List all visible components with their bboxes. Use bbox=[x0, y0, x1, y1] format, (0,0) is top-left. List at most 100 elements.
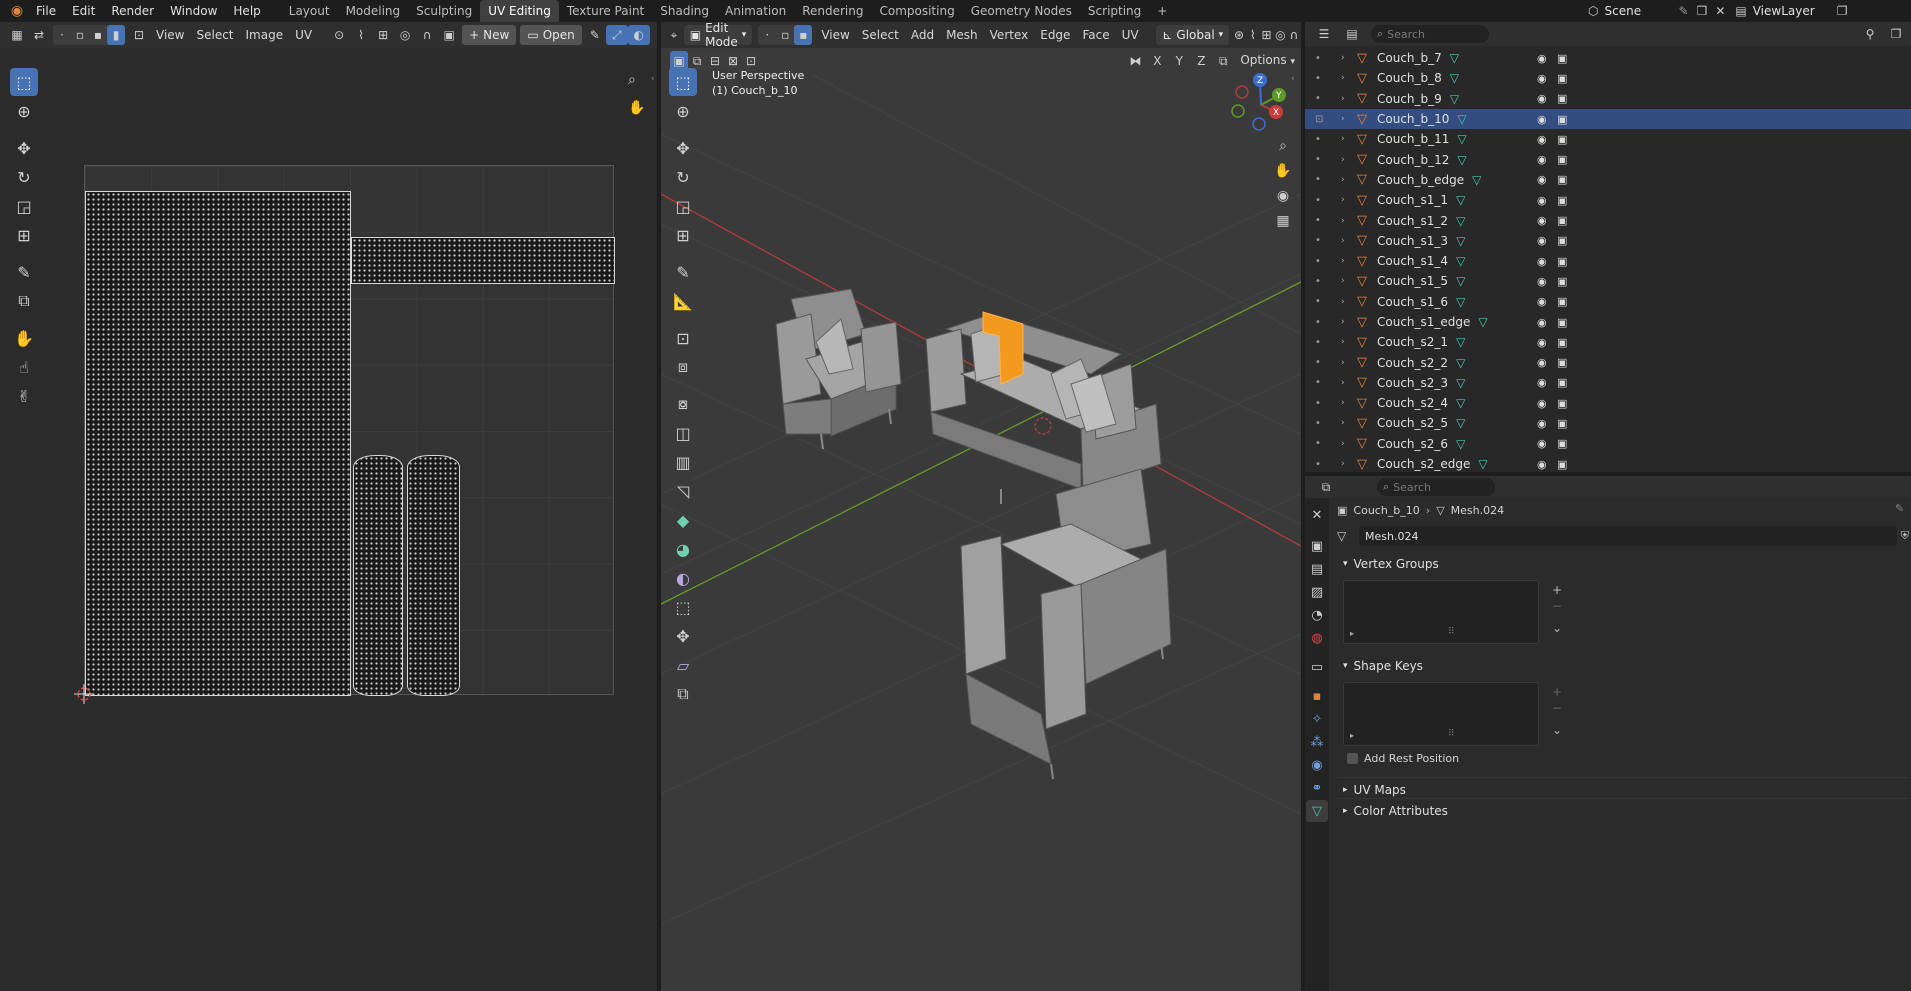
armchair-left[interactable] bbox=[775, 288, 902, 450]
outliner-item-name[interactable]: Couch_s2_6 bbox=[1377, 437, 1448, 451]
render-camera-icon[interactable]: ▣ bbox=[1557, 417, 1567, 430]
render-camera-icon[interactable]: ▣ bbox=[1557, 336, 1567, 349]
orientation-dropdown[interactable]: ⊾ Global ▾ bbox=[1156, 25, 1230, 45]
new-collection-icon[interactable]: ❐ bbox=[1885, 24, 1907, 44]
outliner-item-name[interactable]: Couch_b_11 bbox=[1377, 132, 1449, 146]
expand-arrow-icon[interactable]: › bbox=[1341, 276, 1353, 286]
output-tab-icon[interactable]: ▤ bbox=[1306, 558, 1328, 580]
axis-x-toggle[interactable]: X bbox=[1146, 51, 1168, 71]
breadcrumb-mesh[interactable]: Mesh.024 bbox=[1451, 504, 1504, 517]
expand-arrow-icon[interactable]: › bbox=[1341, 236, 1353, 246]
expand-arrow-icon[interactable]: › bbox=[1341, 337, 1353, 347]
visibility-eye-icon[interactable]: ◉ bbox=[1537, 133, 1547, 146]
remove-shape-key-icon[interactable]: − bbox=[1549, 700, 1565, 716]
filter-icon[interactable]: ⚲ bbox=[1859, 24, 1881, 44]
render-camera-icon[interactable]: ▣ bbox=[1557, 437, 1567, 450]
shape-keys-header[interactable]: ▾ Shape Keys bbox=[1337, 654, 1909, 678]
mesh-data-icon[interactable]: ▽ bbox=[1456, 356, 1465, 370]
snap-target-icon[interactable]: ⊞ bbox=[372, 25, 394, 45]
add-shape-key-icon[interactable]: + bbox=[1549, 684, 1565, 700]
select-box-icon[interactable]: ⬚ bbox=[10, 68, 38, 96]
shrink-fatten-icon[interactable]: ✥ bbox=[669, 622, 697, 650]
outliner-item-name[interactable]: Couch_s1_edge bbox=[1377, 315, 1470, 329]
view-layer-tab-icon[interactable]: ▨ bbox=[1306, 581, 1328, 603]
visibility-eye-icon[interactable]: ◉ bbox=[1537, 153, 1547, 166]
color-attributes-header[interactable]: ▸ Color Attributes bbox=[1337, 799, 1909, 823]
scale-icon[interactable]: ◲ bbox=[10, 192, 38, 220]
visibility-eye-icon[interactable]: ◉ bbox=[1537, 316, 1547, 329]
tab-rendering[interactable]: Rendering bbox=[794, 0, 871, 22]
mode-dot-icon[interactable]: • bbox=[1315, 73, 1321, 84]
mesh-data-icon[interactable]: ▽ bbox=[1456, 274, 1465, 288]
editor-type-icon[interactable]: ▦ bbox=[6, 25, 28, 45]
outliner-row[interactable]: • › ▽ Couch_b_12 ▽ ◉ ▣ bbox=[1305, 149, 1911, 169]
outliner-item-name[interactable]: Couch_s1_4 bbox=[1377, 254, 1448, 268]
mode-dot-icon[interactable]: • bbox=[1315, 438, 1321, 449]
outliner-item-name[interactable]: Couch_s1_3 bbox=[1377, 234, 1448, 248]
cursor-icon[interactable]: ⊕ bbox=[10, 97, 38, 125]
mesh-data-icon[interactable]: ▽ bbox=[1456, 437, 1465, 451]
vp-menu-select[interactable]: Select bbox=[856, 24, 905, 46]
axis-y-toggle[interactable]: Y bbox=[1168, 51, 1190, 71]
mode-dot-icon[interactable]: • bbox=[1315, 357, 1321, 368]
uv-grid[interactable] bbox=[84, 165, 615, 696]
edge-mode-icon[interactable]: ▫ bbox=[71, 25, 89, 45]
vp-menu-mesh[interactable]: Mesh bbox=[940, 24, 984, 46]
cursor-icon[interactable]: ⊕ bbox=[669, 97, 697, 125]
rotate-icon[interactable]: ↻ bbox=[669, 163, 697, 191]
vp-menu-vertex[interactable]: Vertex bbox=[984, 24, 1035, 46]
pivot-icon[interactable]: ⊙ bbox=[328, 25, 350, 45]
mesh-data-icon[interactable]: ▽ bbox=[1456, 254, 1465, 268]
inset-icon[interactable]: ⧇ bbox=[669, 390, 697, 418]
mesh-datablock-field[interactable]: Mesh.024 bbox=[1359, 526, 1897, 546]
vertex-groups-header[interactable]: ▾ Vertex Groups bbox=[1337, 552, 1909, 576]
annotate-icon[interactable]: ✎ bbox=[10, 258, 38, 286]
rip-icon[interactable]: ⧉ bbox=[10, 287, 38, 315]
render-camera-icon[interactable]: ▣ bbox=[1557, 153, 1567, 166]
viewport-canvas[interactable] bbox=[661, 74, 1301, 991]
tab-uv-editing[interactable]: UV Editing bbox=[480, 0, 559, 22]
grab-icon[interactable]: ✋ bbox=[10, 324, 38, 352]
world-tab-icon[interactable]: ◍ bbox=[1306, 627, 1328, 649]
mode-dot-icon[interactable]: • bbox=[1315, 317, 1321, 328]
viewlayer-name[interactable]: ViewLayer bbox=[1753, 4, 1837, 18]
expand-arrow-icon[interactable]: › bbox=[1341, 155, 1353, 165]
mode-dropdown[interactable]: ▣ Edit Mode ▾ bbox=[683, 21, 753, 49]
render-camera-icon[interactable]: ▣ bbox=[1557, 133, 1567, 146]
vertex-group-specials-icon[interactable]: ⌄ bbox=[1549, 620, 1565, 636]
list-filter-icon[interactable]: ▸ bbox=[1350, 629, 1354, 638]
properties-search[interactable]: ⌕ Search bbox=[1377, 478, 1495, 496]
outliner-item-name[interactable]: Couch_s1_5 bbox=[1377, 274, 1448, 288]
rotate-icon[interactable]: ↻ bbox=[10, 163, 38, 191]
uv-menu-uv[interactable]: UV bbox=[289, 24, 318, 46]
snap-icon[interactable]: ⌇ bbox=[1246, 25, 1260, 45]
tab-modeling[interactable]: Modeling bbox=[338, 0, 409, 22]
visibility-eye-icon[interactable]: ◉ bbox=[1537, 356, 1547, 369]
pan-icon[interactable]: ✋ bbox=[628, 100, 648, 116]
outliner-item-name[interactable]: Couch_s1_1 bbox=[1377, 193, 1448, 207]
tab-texture-paint[interactable]: Texture Paint bbox=[559, 0, 652, 22]
outliner-row[interactable]: • › ▽ Couch_s1_6 ▽ ◉ ▣ bbox=[1305, 292, 1911, 312]
vp-menu-face[interactable]: Face bbox=[1076, 24, 1115, 46]
vertex-mode-icon[interactable]: · bbox=[53, 25, 71, 45]
render-camera-icon[interactable]: ▣ bbox=[1557, 316, 1567, 329]
mesh-data-icon[interactable]: ▽ bbox=[1456, 234, 1465, 248]
render-camera-icon[interactable]: ▣ bbox=[1557, 72, 1567, 85]
scale-icon[interactable]: ◲ bbox=[669, 192, 697, 220]
mesh-data-icon[interactable]: ▽ bbox=[1456, 214, 1465, 228]
gizmo-toggle-icon[interactable]: ⤢ bbox=[605, 25, 628, 45]
visibility-eye-icon[interactable]: ◉ bbox=[1537, 194, 1547, 207]
mode-dot-icon[interactable]: • bbox=[1315, 235, 1321, 246]
outliner-item-name[interactable]: Couch_b_7 bbox=[1377, 51, 1442, 65]
expand-arrow-icon[interactable]: › bbox=[1341, 195, 1353, 205]
outliner-type-icon[interactable]: ☰ bbox=[1313, 24, 1335, 44]
smooth-icon[interactable]: ◐ bbox=[669, 564, 697, 592]
breadcrumb-object[interactable]: Couch_b_10 bbox=[1353, 504, 1419, 517]
mode-dot-icon[interactable]: • bbox=[1315, 134, 1321, 145]
mesh-data-icon[interactable]: ▽ bbox=[1457, 132, 1466, 146]
add-vertex-group-icon[interactable]: + bbox=[1549, 582, 1565, 598]
add-rest-position-row[interactable]: Add Rest Position bbox=[1347, 752, 1459, 765]
expand-arrow-icon[interactable]: › bbox=[1341, 94, 1353, 104]
axis-z-toggle[interactable]: Z bbox=[1190, 51, 1212, 71]
add-workspace-icon[interactable]: + bbox=[1149, 0, 1175, 22]
